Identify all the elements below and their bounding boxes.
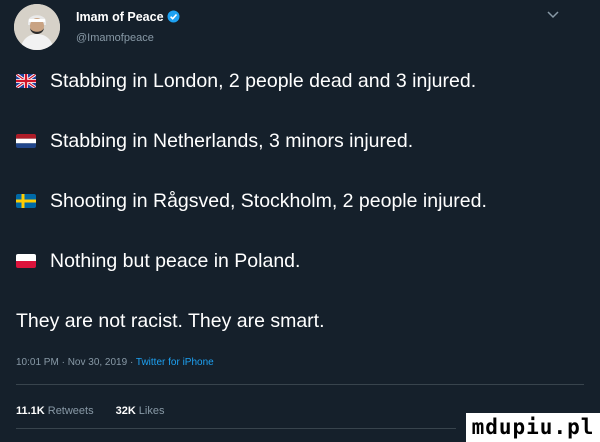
tweet-timestamp[interactable]: 10:01 PM · Nov 30, 2019 · xyxy=(16,357,136,368)
divider xyxy=(16,384,584,385)
divider xyxy=(16,428,456,429)
author-name-text: Imam of Peace xyxy=(76,10,164,24)
chevron-down-icon[interactable] xyxy=(546,10,560,20)
poland-flag-icon xyxy=(16,254,36,268)
likes-label: Likes xyxy=(138,405,165,417)
verified-badge-icon xyxy=(167,10,180,26)
tweet-header: Imam of Peace @Imamofpeace xyxy=(0,0,600,50)
avatar-image xyxy=(14,4,60,50)
tweet-stats: 11.1K Retweets 32K Likes xyxy=(16,405,164,417)
tweet-meta: 10:01 PM · Nov 30, 2019 · Twitter for iP… xyxy=(16,357,214,368)
tweet-line-text: Shooting in Rågsved, Stockholm, 2 people… xyxy=(50,190,487,212)
netherlands-flag-icon xyxy=(16,134,36,148)
watermark: mdupiu.pl xyxy=(466,413,600,442)
author-handle[interactable]: @Imamofpeace xyxy=(76,32,154,44)
tweet-line-text: Nothing but peace in Poland. xyxy=(50,250,301,272)
tweet-line-text: Stabbing in London, 2 people dead and 3 … xyxy=(50,70,477,92)
tweet-closing-line: They are not racist. They are smart. xyxy=(16,310,325,332)
tweet-line-netherlands: Stabbing in Netherlands, 3 minors injure… xyxy=(16,130,413,153)
tweet-line-text: Stabbing in Netherlands, 3 minors injure… xyxy=(50,130,414,152)
tweet-source-link[interactable]: Twitter for iPhone xyxy=(136,357,214,368)
likes-count: 32K xyxy=(115,405,136,417)
author-name[interactable]: Imam of Peace xyxy=(76,10,180,26)
retweets-count: 11.1K xyxy=(16,405,45,417)
uk-flag-icon xyxy=(16,74,36,88)
tweet-line-london: Stabbing in London, 2 people dead and 3 … xyxy=(16,70,476,93)
sweden-flag-icon xyxy=(16,194,36,208)
likes-stat[interactable]: 32K Likes xyxy=(116,405,165,417)
avatar[interactable] xyxy=(14,4,60,50)
retweets-label: Retweets xyxy=(47,405,94,417)
tweet-line-poland: Nothing but peace in Poland. xyxy=(16,250,300,273)
tweet-line-sweden: Shooting in Rågsved, Stockholm, 2 people… xyxy=(16,190,487,213)
retweets-stat[interactable]: 11.1K Retweets xyxy=(16,405,94,417)
